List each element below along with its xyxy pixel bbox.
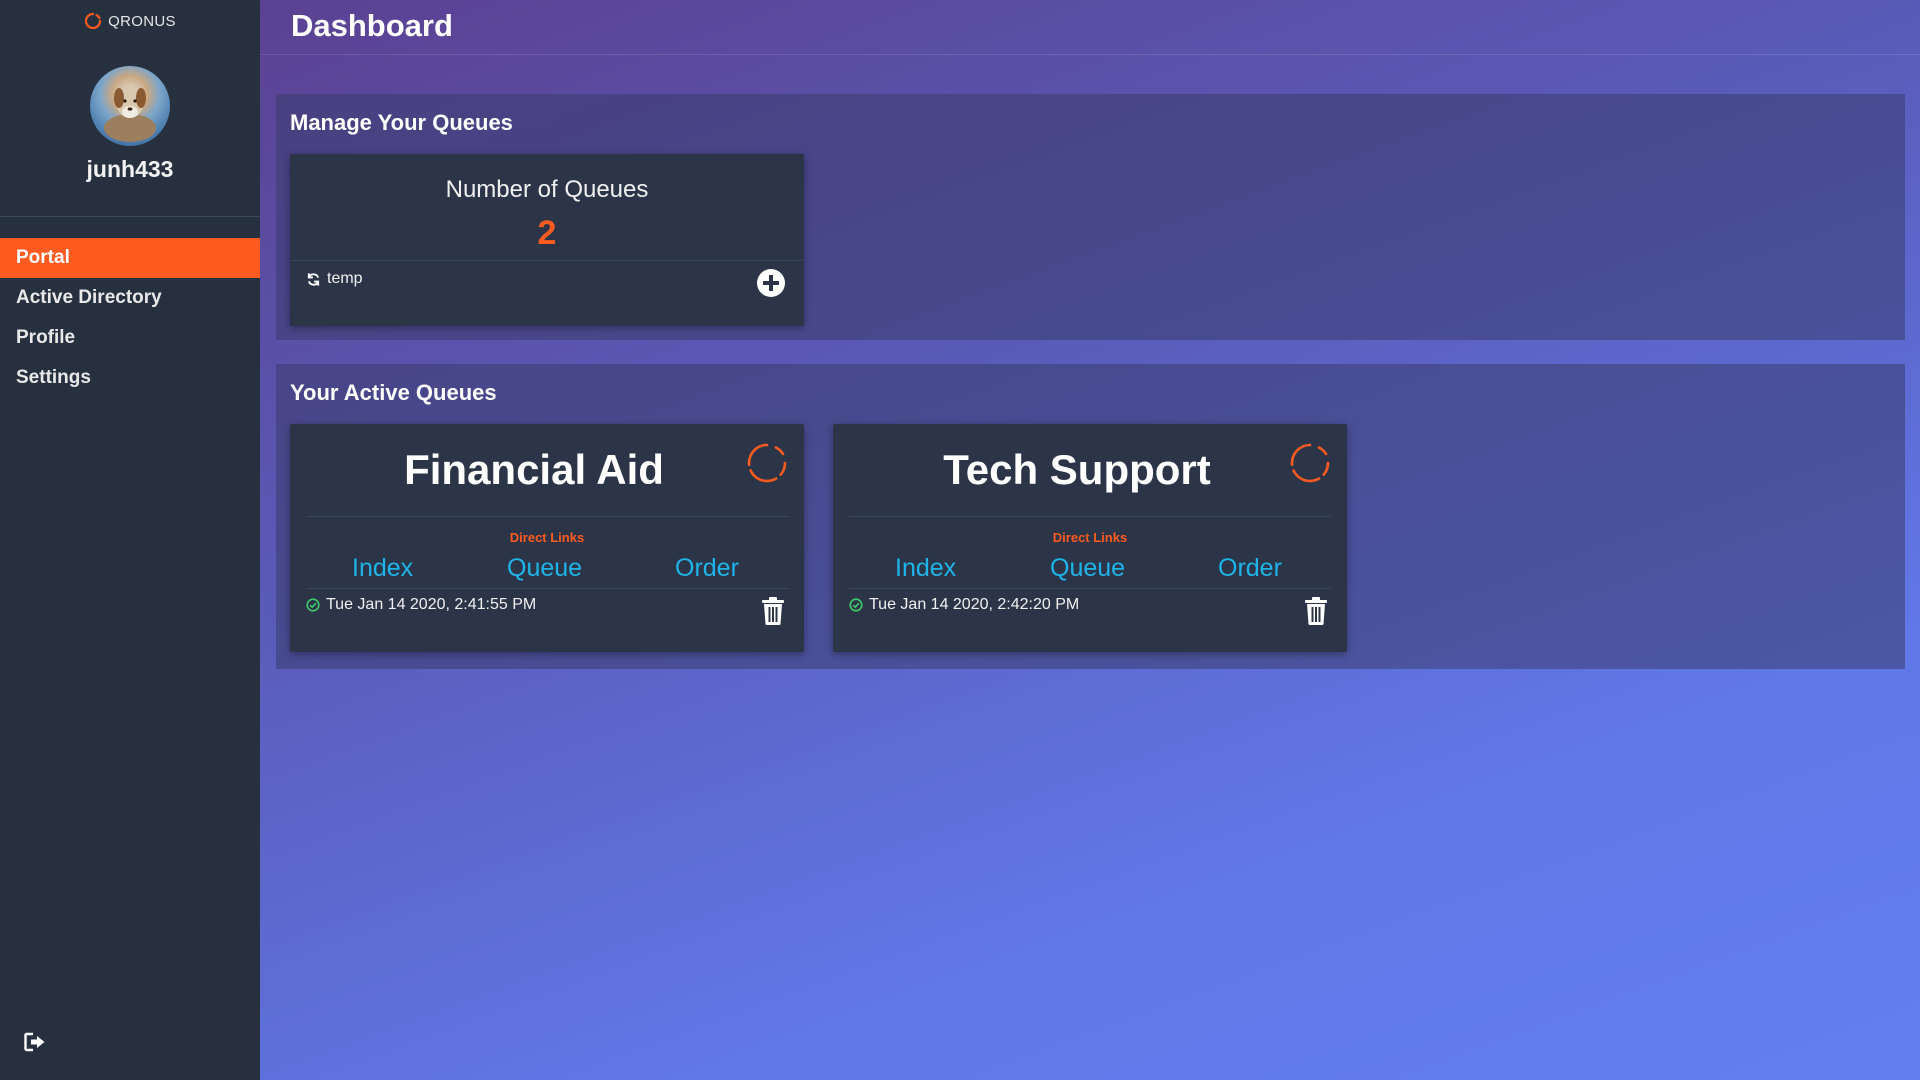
- card-divider: [306, 588, 788, 589]
- manage-queues-panel: Manage Your Queues Number of Queues 2 te…: [276, 94, 1905, 340]
- card-divider: [849, 516, 1331, 517]
- header-divider: [260, 54, 1920, 55]
- refresh-icon: [307, 272, 320, 286]
- username: junh433: [86, 156, 174, 182]
- queue-name: Financial Aid: [404, 446, 664, 493]
- direct-links-label: Direct Links: [509, 530, 585, 545]
- queue-link[interactable]: Queue: [1050, 554, 1125, 583]
- timestamp-text: Tue Jan 14 2020, 2:42:20 PM: [869, 596, 1080, 613]
- loading-spinner-icon: [1289, 442, 1331, 484]
- check-circle-icon: [849, 598, 863, 612]
- avatar[interactable]: [90, 66, 170, 146]
- card-divider: [849, 588, 1331, 589]
- sidebar-item-profile[interactable]: Profile: [0, 318, 260, 358]
- loading-spinner-icon: [746, 442, 788, 484]
- sign-out-icon[interactable]: [24, 1032, 46, 1052]
- index-link[interactable]: Index: [352, 554, 413, 583]
- delete-queue-button[interactable]: [760, 596, 786, 626]
- order-link[interactable]: Order: [1218, 554, 1282, 583]
- sidebar: QRONUS junh433 Portal Active Directory P…: [0, 0, 260, 1080]
- manage-queues-title: Manage Your Queues: [290, 110, 513, 135]
- stats-footer: temp: [306, 270, 363, 288]
- queue-count-label: Number of Queues: [445, 176, 649, 203]
- timestamp-text: Tue Jan 14 2020, 2:41:55 PM: [326, 596, 537, 613]
- sidebar-item-active-directory[interactable]: Active Directory: [0, 278, 260, 318]
- queue-count-card: Number of Queues 2 temp: [290, 154, 804, 326]
- order-link[interactable]: Order: [675, 554, 739, 583]
- brand-name: QRONUS: [108, 12, 176, 30]
- sidebar-item-settings[interactable]: Settings: [0, 358, 260, 398]
- direct-links-label: Direct Links: [1052, 530, 1128, 545]
- card-divider: [306, 516, 788, 517]
- index-link[interactable]: Index: [895, 554, 956, 583]
- delete-queue-button[interactable]: [1303, 596, 1329, 626]
- trash-icon: [762, 597, 784, 625]
- page-title: Dashboard: [291, 8, 453, 43]
- queue-card-financial-aid: Financial Aid Direct Links Index Queue O…: [290, 424, 804, 652]
- sidebar-nav: Portal Active Directory Profile Settings: [0, 238, 260, 398]
- check-circle-icon: [306, 598, 320, 612]
- sidebar-item-portal[interactable]: Portal: [0, 238, 260, 278]
- active-queues-panel: Your Active Queues Financial Aid Direct …: [276, 364, 1905, 669]
- queue-name: Tech Support: [943, 446, 1211, 493]
- stats-footer-text: temp: [327, 270, 363, 287]
- queue-card-tech-support: Tech Support Direct Links Index Queue Or…: [833, 424, 1347, 652]
- card-divider: [290, 260, 804, 261]
- qronus-logo-icon: [84, 12, 102, 30]
- add-queue-button[interactable]: [756, 268, 786, 298]
- trash-icon: [1305, 597, 1327, 625]
- queue-timestamp: Tue Jan 14 2020, 2:41:55 PM: [306, 596, 536, 614]
- brand[interactable]: QRONUS: [0, 12, 260, 30]
- plus-circle-icon: [757, 269, 785, 297]
- queue-count-value: 2: [537, 214, 557, 252]
- queue-timestamp: Tue Jan 14 2020, 2:42:20 PM: [849, 596, 1079, 614]
- active-queues-title: Your Active Queues: [290, 380, 497, 405]
- dog-avatar-icon: [104, 86, 156, 142]
- sidebar-divider: [0, 216, 260, 217]
- queue-link[interactable]: Queue: [507, 554, 582, 583]
